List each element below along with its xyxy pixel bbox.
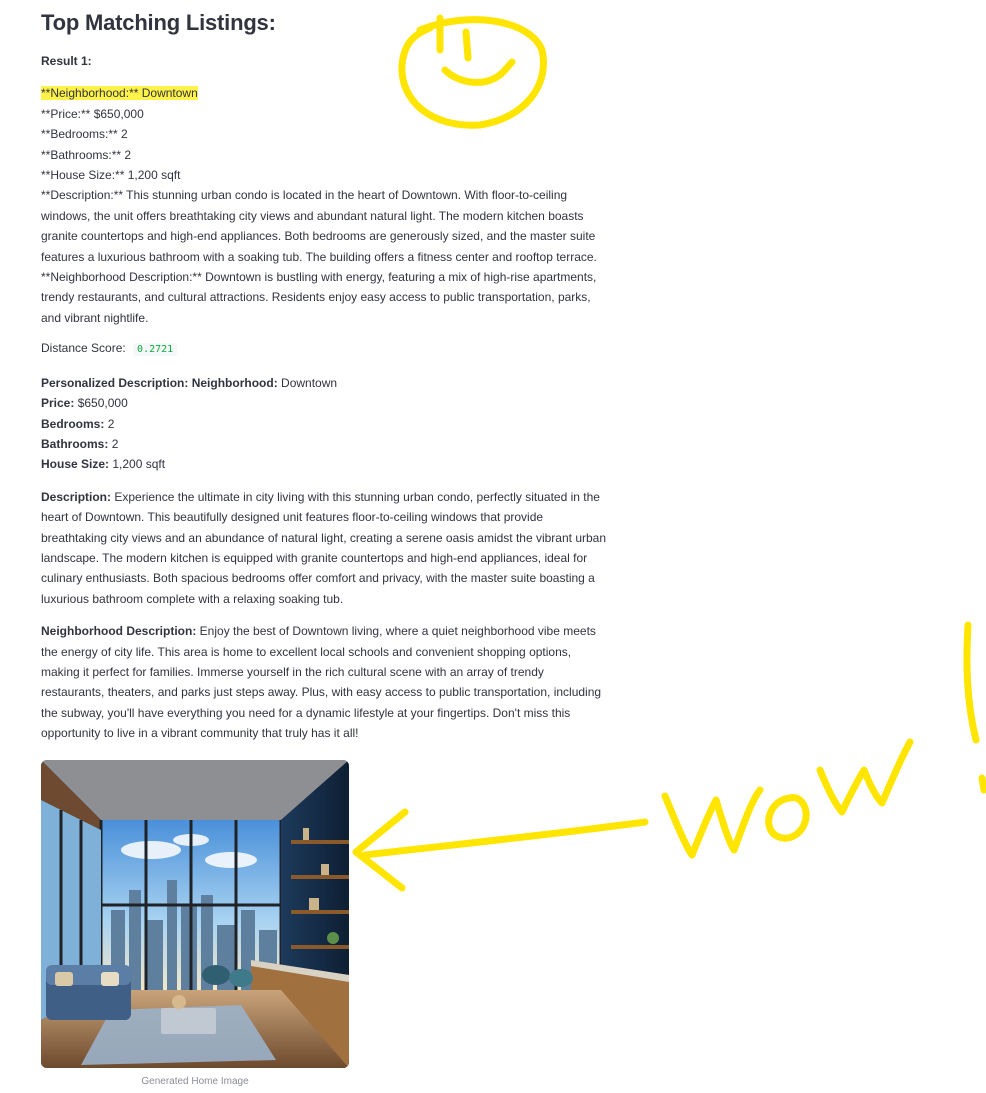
neighborhood-description-text: Enjoy the best of Downtown living, where… <box>41 624 602 741</box>
personalized-bedrooms: Bedrooms: 2 <box>41 414 607 434</box>
neighborhood-value: Downtown <box>281 375 338 390</box>
neighborhood-label: Neighborhood: <box>191 375 278 390</box>
price-label: Price: <box>41 396 75 411</box>
exclamation-stroke <box>963 621 980 744</box>
page-title: Top Matching Listings: <box>41 10 276 35</box>
bathrooms-value: 2 <box>111 436 119 451</box>
main-content: Top Matching Listings: Result 1: **Neigh… <box>41 0 607 744</box>
raw-house-size: **House Size:** 1,200 sqft <box>41 168 181 183</box>
raw-description: **Description:** This stunning urban con… <box>41 188 597 264</box>
personalized-listing: Personalized Description: Neighborhood: … <box>41 373 607 475</box>
neighborhood-description-label: Neighborhood Description: <box>41 624 197 639</box>
description-label: Description: <box>41 489 112 504</box>
apartment-illustration <box>41 760 349 1068</box>
result-label: Result 1: <box>41 54 92 68</box>
bedrooms-label: Bedrooms: <box>41 416 105 431</box>
price-value: $650,000 <box>77 396 128 411</box>
personalized-bathrooms: Bathrooms: 2 <box>41 434 607 454</box>
generated-home-image <box>41 760 349 1068</box>
exclamation-dot <box>978 774 986 794</box>
raw-neighborhood: **Neighborhood:** Downtown <box>41 83 607 103</box>
personalized-heading: Personalized Description: <box>41 375 189 390</box>
raw-listing: **Neighborhood:** Downtown **Price:** $6… <box>41 83 607 328</box>
arrow-head <box>352 808 409 892</box>
personalized-description: Description: Experience the ultimate in … <box>41 487 607 609</box>
raw-neighborhood-description: **Neighborhood Description:** Downtown i… <box>41 270 597 325</box>
personalized-price: Price: $650,000 <box>41 393 607 413</box>
bathrooms-label: Bathrooms: <box>41 436 109 451</box>
personalized-house-size: House Size: 1,200 sqft <box>41 454 607 474</box>
raw-bedrooms: **Bedrooms:** 2 <box>41 127 128 142</box>
personalized-neighborhood: Personalized Description: Neighborhood: … <box>41 373 607 393</box>
house-size-label: House Size: <box>41 457 110 472</box>
distance-label: Distance Score: <box>41 341 126 356</box>
personalized-neighborhood-description: Neighborhood Description: Enjoy the best… <box>41 621 607 743</box>
image-caption: Generated Home Image <box>141 1076 249 1087</box>
house-size-value: 1,200 sqft <box>112 457 166 472</box>
distance-value: 0.2721 <box>133 343 178 357</box>
raw-bathrooms: **Bathrooms:** 2 <box>41 147 132 162</box>
highlighted-neighborhood: **Neighborhood:** Downtown <box>41 86 198 101</box>
wow-letter-o <box>765 794 810 842</box>
distance-score: Distance Score: 0.2721 <box>41 338 607 360</box>
raw-price: **Price:** $650,000 <box>41 106 144 121</box>
bedrooms-value: 2 <box>107 416 115 431</box>
arrow-shaft <box>361 818 649 859</box>
description-text: Experience the ultimate in city living w… <box>41 489 607 606</box>
wow-letter-w2 <box>816 738 914 816</box>
wow-letter-w <box>661 786 764 859</box>
